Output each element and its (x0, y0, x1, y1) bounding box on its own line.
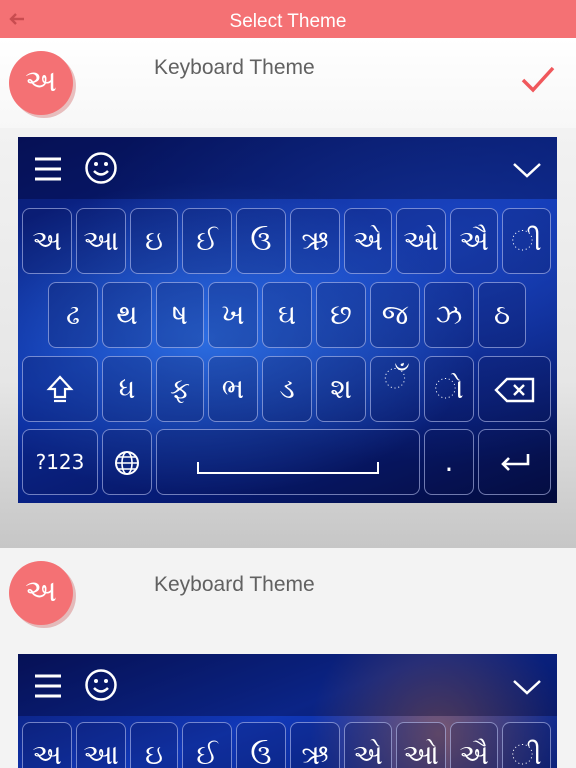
app-bar: Select Theme (0, 0, 576, 38)
space-key[interactable] (156, 429, 420, 495)
key-gha[interactable]: ઘ (262, 282, 312, 348)
key-chha[interactable]: છ (316, 282, 366, 348)
shift-icon (46, 375, 74, 403)
key-ii[interactable]: ઈ (182, 722, 232, 768)
theme-card-header: અ Keyboard Theme (0, 38, 576, 128)
key-dha[interactable]: ધ (102, 356, 152, 422)
key-ja[interactable]: જ (370, 282, 420, 348)
key-ai[interactable]: ઐ (450, 208, 498, 274)
key-aa[interactable]: આ (76, 722, 126, 768)
keyboard-toolbar (18, 137, 557, 199)
key-dda[interactable]: ડ (262, 356, 312, 422)
emoji-icon[interactable] (84, 668, 118, 702)
key-ru[interactable]: ઋ (290, 722, 340, 768)
backspace-icon (493, 377, 534, 403)
key-ssa[interactable]: ષ (156, 282, 204, 348)
period-key[interactable]: . (424, 429, 474, 495)
enter-key[interactable] (478, 429, 551, 495)
shift-key[interactable] (22, 356, 98, 422)
key-ii-sign[interactable]: ી (502, 722, 551, 768)
key-a[interactable]: અ (22, 722, 72, 768)
keyboard-toolbar (18, 654, 557, 716)
key-sha[interactable]: શ (316, 356, 366, 422)
checkmark-icon (521, 66, 555, 93)
key-ai[interactable]: ઐ (450, 722, 498, 768)
chevron-down-icon[interactable] (512, 155, 542, 185)
key-i[interactable]: ઇ (130, 722, 178, 768)
language-key[interactable] (102, 429, 152, 495)
key-kha[interactable]: ખ (208, 282, 258, 348)
theme-card-title: Keyboard Theme (154, 573, 315, 596)
key-ii-sign[interactable]: ી (502, 208, 551, 274)
key-o[interactable]: ઓ (396, 208, 446, 274)
key-bha[interactable]: ભ (208, 356, 258, 422)
key-a[interactable]: અ (22, 208, 72, 274)
globe-icon (115, 451, 139, 475)
keyboard-preview[interactable]: અ આ ઇ ઈ ઉ ઋ એ ઓ ઐ ી ઢ થ ષ ખ ઘ છ જ ઝ ઠ ધ … (18, 137, 557, 503)
key-u[interactable]: ઉ (236, 722, 286, 768)
menu-icon[interactable] (33, 154, 63, 184)
space-bar-glyph (197, 462, 379, 474)
key-jha[interactable]: ઝ (424, 282, 474, 348)
key-ru[interactable]: ઋ (290, 208, 340, 274)
chevron-down-icon[interactable] (512, 672, 542, 702)
backspace-key[interactable] (478, 356, 551, 422)
page-title: Select Theme (229, 11, 347, 32)
key-u[interactable]: ઉ (236, 208, 286, 274)
keyboard-preview-2[interactable]: અ આ ઇ ઈ ઉ ઋ એ ઓ ઐ ી (18, 654, 557, 768)
theme-card-title: Keyboard Theme (154, 56, 315, 79)
key-e[interactable]: એ (344, 208, 392, 274)
key-ii[interactable]: ઈ (182, 208, 232, 274)
key-e[interactable]: એ (344, 722, 392, 768)
key-i[interactable]: ઇ (130, 208, 178, 274)
numbers-key-label: ?123 (35, 450, 85, 474)
key-pha[interactable]: ફ (156, 356, 204, 422)
key-tha[interactable]: થ (102, 282, 152, 348)
key-candrabindu[interactable]: ઁ (370, 356, 420, 422)
key-ddha[interactable]: ઢ (48, 282, 98, 348)
key-o-sign[interactable]: ો (424, 356, 474, 422)
key-aa[interactable]: આ (76, 208, 126, 274)
gujarati-logo: અ (9, 561, 73, 625)
key-ttha[interactable]: ઠ (478, 282, 526, 348)
menu-icon[interactable] (33, 671, 63, 701)
emoji-icon[interactable] (84, 151, 118, 185)
enter-icon (500, 454, 529, 471)
key-o[interactable]: ઓ (396, 722, 446, 768)
numbers-key[interactable]: ?123 (22, 429, 98, 495)
gujarati-logo: અ (9, 51, 73, 115)
